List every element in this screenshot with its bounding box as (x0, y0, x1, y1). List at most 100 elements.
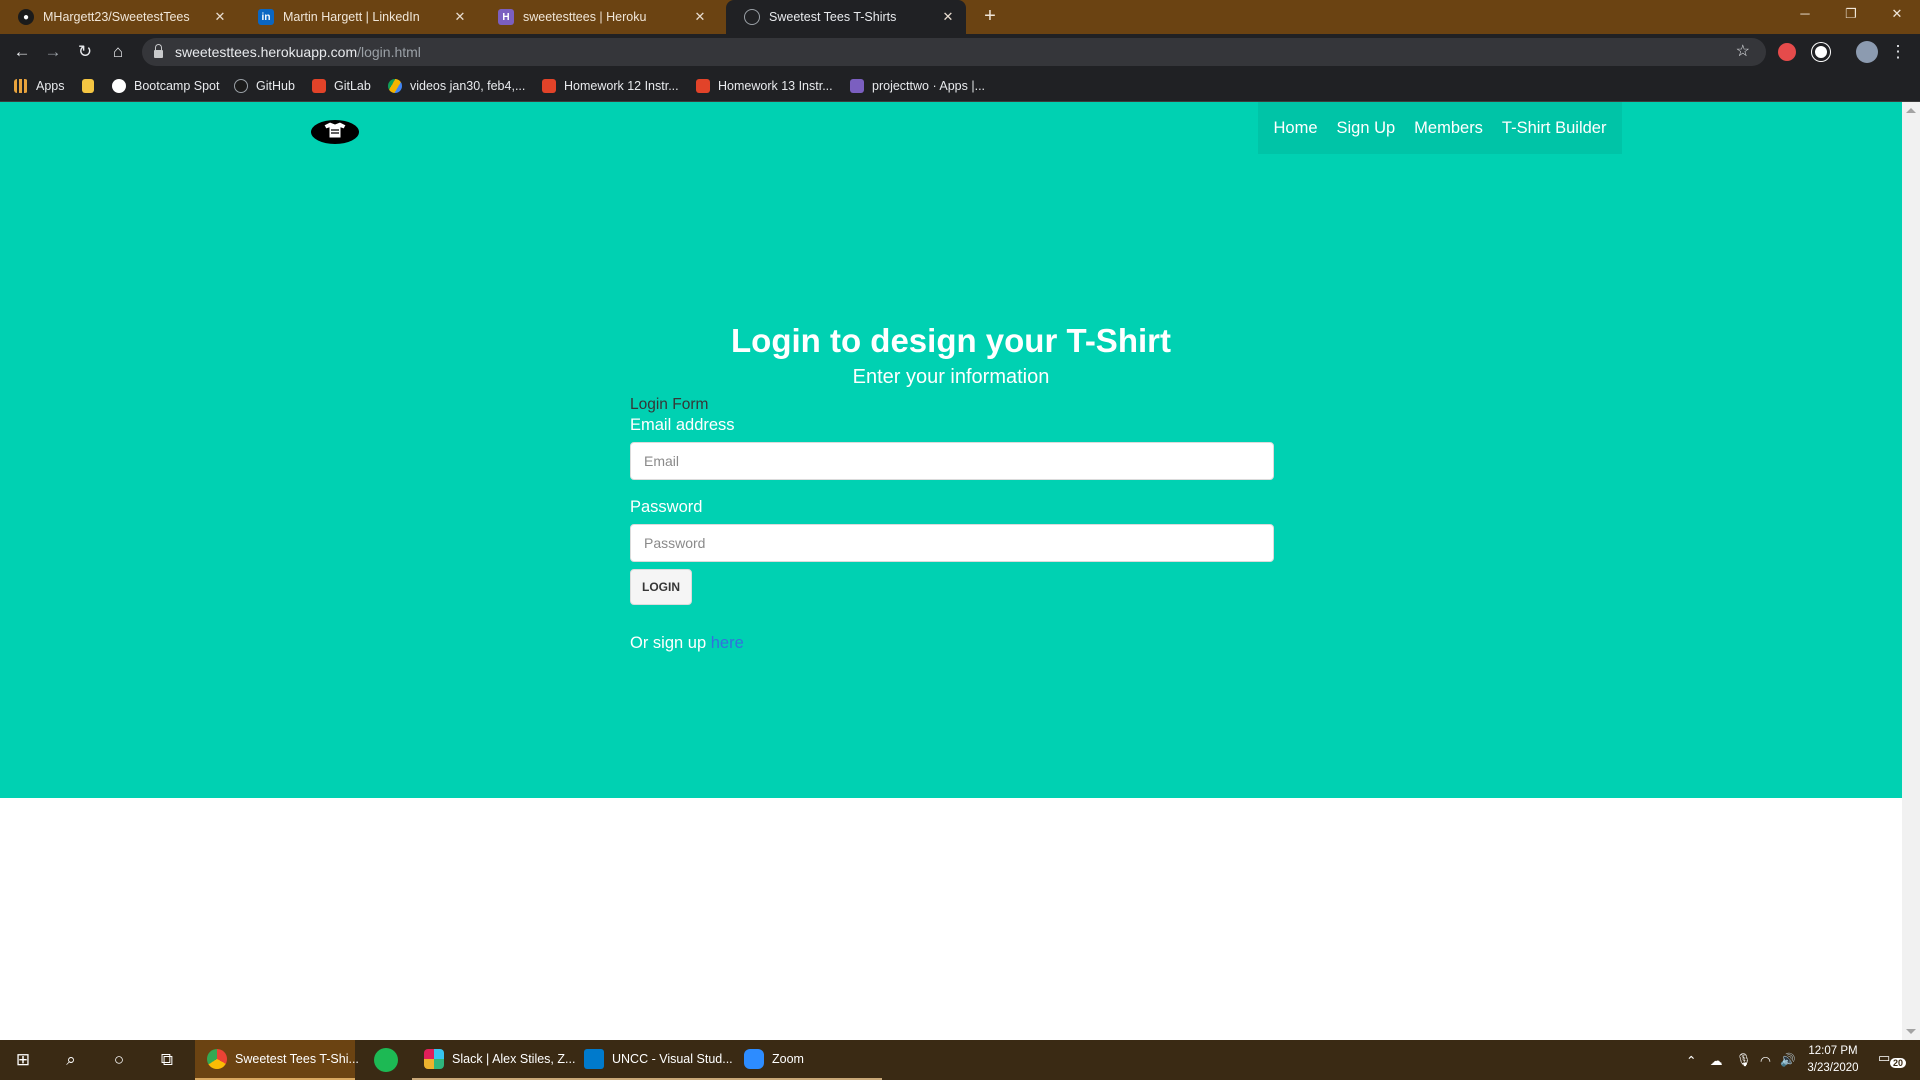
profile-avatar[interactable] (1856, 41, 1878, 63)
nav-tshirt-builder[interactable]: T-Shirt Builder (1502, 119, 1607, 138)
globe-icon (744, 9, 760, 25)
bookmark-star-icon[interactable]: ☆ (1736, 41, 1750, 61)
url-host: sweetesttees.herokuapp.com (175, 44, 358, 60)
bookmark-label: Homework 12 Instr... (564, 79, 679, 93)
chevron-up-icon[interactable]: ⌃ (1686, 1040, 1696, 1080)
bookmark-homework-13[interactable]: Homework 13 Instr... (696, 77, 833, 95)
address-bar[interactable]: sweetesttees.herokuapp.com/login.html ☆ (142, 38, 1766, 66)
site-navbar: Home Sign Up Members T-Shirt Builder (1258, 102, 1622, 154)
url-path: /login.html (357, 44, 421, 60)
bookmark-github[interactable]: GitHub (234, 77, 295, 95)
extension-icon[interactable] (1778, 43, 1796, 61)
search-icon[interactable]: ⌕ (48, 1040, 94, 1080)
extension-icon[interactable] (1812, 43, 1830, 61)
wifi-icon[interactable]: ◠ (1760, 1040, 1771, 1080)
folder-icon (82, 79, 94, 93)
github-icon (234, 79, 248, 93)
taskbar-slack[interactable]: Slack | Alex Stiles, Z... (412, 1040, 575, 1080)
cortana-icon[interactable]: ○ (96, 1040, 142, 1080)
clock-date: 3/23/2020 (1807, 1062, 1859, 1074)
onedrive-icon[interactable]: ☁ (1710, 1040, 1723, 1080)
home-button[interactable]: ⌂ (106, 40, 130, 64)
password-input[interactable] (630, 524, 1274, 562)
gitlab-icon (542, 79, 556, 93)
nav-members[interactable]: Members (1414, 119, 1483, 138)
close-icon[interactable]: ✕ (452, 9, 468, 25)
tab-title: MHargett23/SweetestTees (43, 10, 190, 24)
close-icon[interactable]: ✕ (692, 9, 708, 25)
bookmark-label: GitLab (334, 79, 371, 93)
notification-center-icon[interactable]: ▭ 20 (1878, 1050, 1907, 1070)
tab-title: Sweetest Tees T-Shirts (769, 10, 897, 24)
tab-title: Martin Hargett | LinkedIn (283, 10, 420, 24)
scroll-down-icon[interactable] (1906, 1029, 1916, 1034)
nav-home[interactable]: Home (1273, 119, 1317, 138)
new-tab-button[interactable]: + (978, 5, 1002, 29)
bookmark-label: videos jan30, feb4,... (410, 79, 526, 93)
email-input[interactable] (630, 442, 1274, 480)
bookmark-label: projecttwo · Apps |... (872, 79, 986, 93)
close-icon[interactable]: ✕ (212, 9, 228, 25)
heroku-icon (850, 79, 864, 93)
menu-kebab-icon[interactable]: ⋮ (1886, 40, 1910, 64)
volume-icon[interactable]: 🔊 (1780, 1040, 1796, 1080)
taskbar-chrome[interactable]: Sweetest Tees T-Shi... (195, 1040, 359, 1080)
tab-linkedin[interactable]: in Martin Hargett | LinkedIn ✕ (240, 0, 478, 34)
bookmark-projecttwo[interactable]: projecttwo · Apps |... (850, 77, 985, 95)
tab-github[interactable]: ● MHargett23/SweetestTees ✕ (0, 0, 238, 34)
task-view-icon[interactable]: ⧉ (144, 1040, 190, 1080)
taskbar-spotify[interactable] (362, 1040, 412, 1080)
close-icon[interactable]: ✕ (940, 9, 956, 25)
bootcamp-icon (112, 79, 126, 93)
clock-time: 12:07 PM (1808, 1045, 1858, 1057)
email-label: Email address (630, 416, 735, 434)
bookmark-videos[interactable]: videos jan30, feb4,... (388, 77, 525, 95)
tshirt-logo-icon[interactable] (310, 116, 360, 146)
bookmark-gitlab[interactable]: GitLab (312, 77, 371, 95)
github-icon: ● (18, 9, 34, 25)
bookmark-label: Bootcamp Spot (134, 79, 220, 93)
zoom-icon (744, 1049, 764, 1069)
minimize-button[interactable]: ─ (1782, 0, 1828, 30)
bookmarks-bar: Apps Bootcamp Spot GitHub GitLab videos … (0, 70, 1920, 102)
back-button[interactable]: ← (10, 40, 34, 64)
gitlab-icon (312, 79, 326, 93)
microphone-icon[interactable]: 🎙 (1736, 1040, 1752, 1080)
taskbar-zoom[interactable]: Zoom (732, 1040, 882, 1080)
windows-start-icon[interactable]: ⊞ (0, 1040, 46, 1080)
vscode-icon (584, 1049, 604, 1069)
reload-button[interactable]: ↻ (73, 40, 97, 64)
spotify-icon (374, 1048, 398, 1072)
bookmark-bootcamp-spot[interactable]: Bootcamp Spot (112, 77, 219, 95)
signup-link[interactable]: here (711, 634, 744, 652)
nav-sign-up[interactable]: Sign Up (1336, 119, 1395, 138)
taskbar-vscode[interactable]: UNCC - Visual Stud... (572, 1040, 733, 1080)
bookmark-label: GitHub (256, 79, 295, 93)
page-subtitle: Enter your information (852, 366, 1050, 388)
tab-sweetest-tees[interactable]: Sweetest Tees T-Shirts ✕ (726, 0, 966, 34)
close-window-button[interactable]: ✕ (1874, 0, 1920, 30)
windows-taskbar: ⊞ ⌕ ○ ⧉ Sweetest Tees T-Shi... Slack | A… (0, 1040, 1920, 1080)
tab-title: sweetesttees | Heroku (523, 10, 647, 24)
bookmark-homework-12[interactable]: Homework 12 Instr... (542, 77, 679, 95)
login-button[interactable]: LOGIN (630, 569, 692, 605)
system-clock[interactable]: 12:07 PM 3/23/2020 (1800, 1043, 1866, 1077)
slack-icon (424, 1049, 444, 1069)
scroll-up-icon[interactable] (1906, 108, 1916, 113)
signup-prompt: Or sign up here (630, 634, 744, 653)
lock-icon (154, 44, 163, 58)
forward-button[interactable]: → (41, 40, 65, 64)
chrome-icon (207, 1049, 227, 1069)
page-scrollbar[interactable] (1902, 102, 1920, 1040)
bookmark-folder[interactable] (82, 77, 102, 95)
password-label: Password (630, 498, 703, 516)
browser-toolbar: ← → ↻ ⌂ sweetesttees.herokuapp.com/login… (0, 34, 1920, 70)
form-legend: Login Form (630, 396, 709, 413)
bookmark-apps[interactable]: Apps (14, 77, 65, 95)
restore-button[interactable]: ❐ (1828, 0, 1874, 30)
drive-icon (388, 79, 402, 93)
bookmark-label: Apps (36, 79, 65, 93)
taskbar-app-label: Zoom (772, 1052, 804, 1066)
browser-tab-strip: ● MHargett23/SweetestTees ✕ in Martin Ha… (0, 0, 1920, 34)
tab-heroku[interactable]: H sweetesttees | Heroku ✕ (480, 0, 718, 34)
